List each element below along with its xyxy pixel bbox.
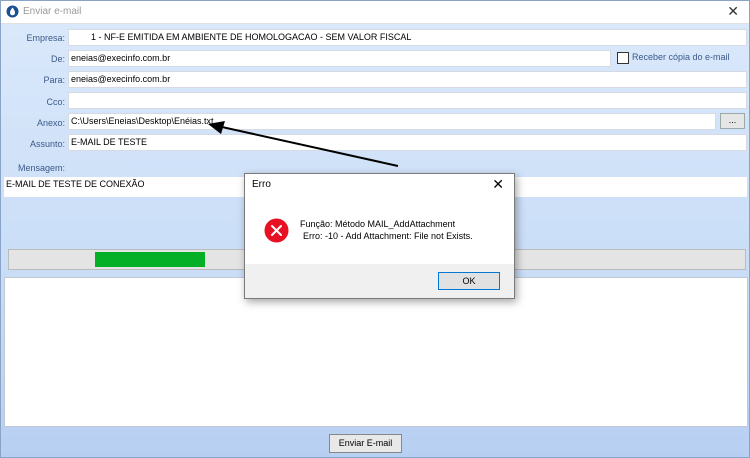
dialog-body: Função: Método MAIL_AddAttachment Erro: … (245, 196, 514, 264)
cco-label: Cco: (46, 97, 65, 107)
window-title: Enviar e-mail (23, 6, 82, 17)
window-titlebar: Enviar e-mail ✕ (1, 1, 749, 24)
window-close-button[interactable]: ✕ (727, 4, 739, 18)
error-dialog: Erro ✕ Função: Método MAIL_AddAttachment… (244, 173, 515, 299)
dialog-message-line1: Função: Método MAIL_AddAttachment (300, 219, 456, 229)
assunto-field[interactable]: E-MAIL DE TESTE (68, 134, 747, 151)
log-area[interactable] (4, 277, 748, 427)
assunto-label: Assunto: (29, 139, 65, 149)
ok-button[interactable]: OK (438, 272, 500, 290)
dialog-message-line2: Erro: -10 - Add Attachment: File not Exi… (303, 231, 473, 241)
browse-attachment-button[interactable]: ... (720, 113, 745, 129)
empresa-field[interactable]: 1 - NF-E EMITIDA EM AMBIENTE DE HOMOLOGA… (68, 29, 747, 46)
anexo-field[interactable]: C:\Users\Eneias\Desktop\Enéias.txt, (68, 113, 716, 130)
send-email-button[interactable]: Enviar E-mail (329, 434, 402, 453)
empresa-label: Empresa: (26, 33, 65, 43)
de-label: De: (50, 54, 65, 64)
dialog-close-button[interactable]: ✕ (492, 177, 504, 191)
progress-fill (95, 252, 205, 267)
cco-field[interactable] (68, 92, 747, 109)
para-label: Para: (43, 75, 65, 85)
mensagem-label: Mensagem: (17, 163, 65, 173)
receber-copia-label: Receber cópia do e-mail (632, 52, 730, 62)
checkbox-box[interactable] (617, 52, 629, 64)
de-field[interactable]: eneias@execinfo.com.br (68, 50, 611, 67)
error-icon (264, 218, 289, 243)
para-field[interactable]: eneias@execinfo.com.br (68, 71, 747, 88)
drop-icon (6, 5, 19, 18)
dialog-title: Erro (252, 179, 271, 190)
anexo-label: Anexo: (36, 118, 65, 128)
dialog-titlebar: Erro ✕ (245, 174, 514, 196)
